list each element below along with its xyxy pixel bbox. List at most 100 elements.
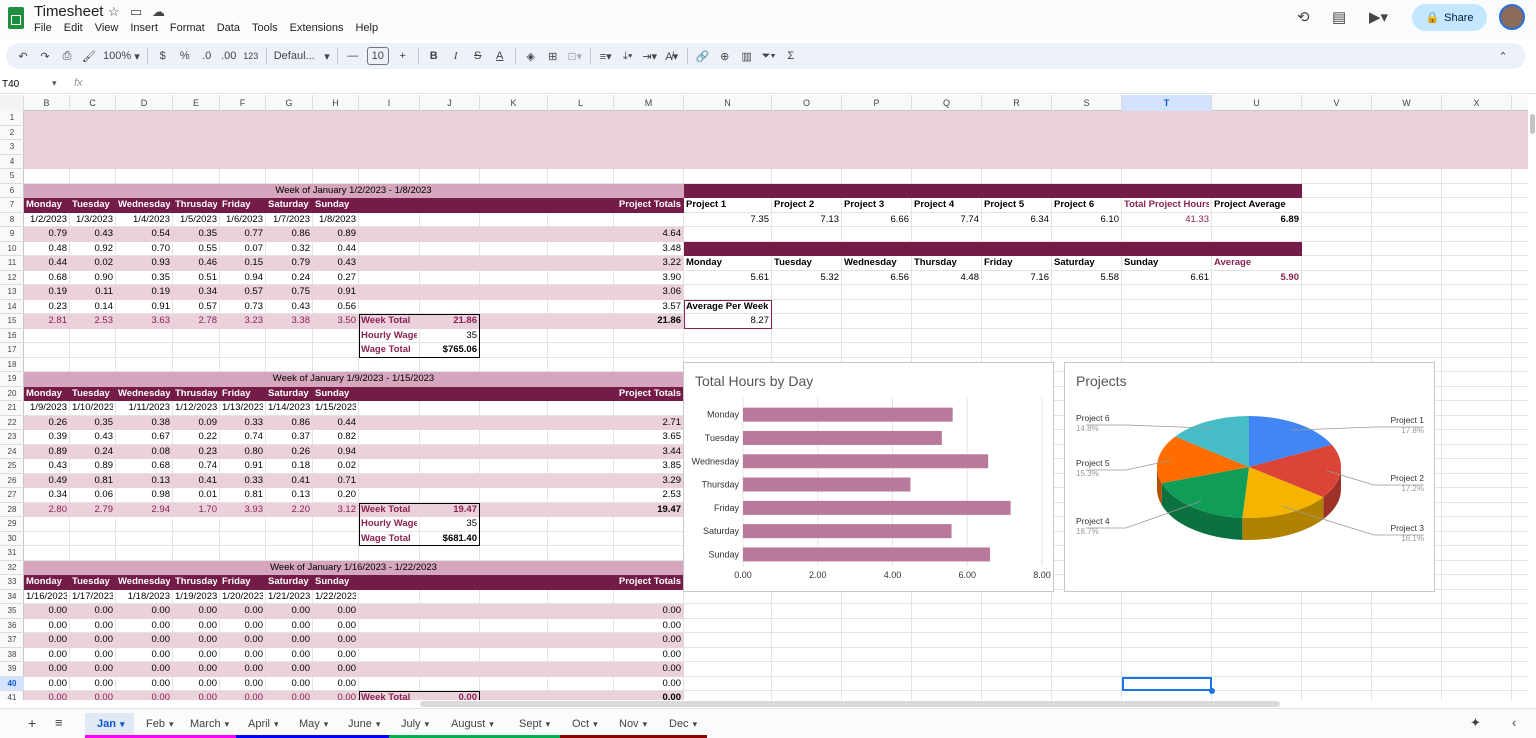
chevron-down-icon[interactable]: ▾: [376, 719, 381, 730]
row-header-1[interactable]: 1: [0, 111, 24, 126]
column-header-i[interactable]: I: [359, 95, 420, 111]
hours-cell[interactable]: 0.00: [118, 633, 171, 648]
column-header-k[interactable]: K: [480, 95, 548, 111]
borders-icon[interactable]: ⊞: [542, 45, 564, 67]
hours-cell[interactable]: 0.00: [315, 662, 357, 677]
project-total-cell[interactable]: 3.57: [550, 300, 682, 315]
meet-icon[interactable]: ▶▾: [1369, 8, 1388, 26]
hours-cell[interactable]: 0.09: [175, 416, 218, 431]
date-cell[interactable]: 1/3/2023: [72, 213, 113, 228]
hours-cell[interactable]: 0.98: [118, 488, 171, 503]
hours-cell[interactable]: 0.00: [26, 619, 68, 634]
project-value[interactable]: 6.34: [984, 213, 1050, 228]
hours-cell[interactable]: 0.23: [175, 445, 218, 460]
name-box-dropdown-icon[interactable]: ▾: [52, 78, 57, 89]
project-total-cell[interactable]: 3.85: [550, 459, 682, 474]
vertical-align-icon[interactable]: ⤓▾: [617, 45, 639, 67]
avatar[interactable]: [1499, 4, 1525, 30]
sheets-logo-icon[interactable]: [8, 7, 24, 29]
hours-cell[interactable]: 0.24: [268, 271, 311, 286]
bar-sunday[interactable]: [743, 547, 991, 562]
column-header-r[interactable]: R: [982, 95, 1052, 111]
row-header-10[interactable]: 10: [0, 242, 24, 256]
project-value[interactable]: 7.74: [914, 213, 980, 228]
hours-cell[interactable]: 0.22: [175, 430, 218, 445]
row-header-32[interactable]: 32: [0, 561, 24, 575]
day-total-cell[interactable]: 3.63: [118, 314, 171, 329]
chevron-down-icon[interactable]: ▾: [274, 719, 279, 730]
hours-cell[interactable]: 0.79: [26, 227, 68, 242]
project-header[interactable]: Project 4: [914, 198, 979, 213]
date-cell[interactable]: 1/11/2023: [118, 401, 170, 416]
strikethrough-icon[interactable]: S: [467, 45, 489, 67]
menu-file[interactable]: File: [34, 22, 52, 34]
row-header-15[interactable]: 15: [0, 314, 24, 329]
hours-cell[interactable]: 0.33: [222, 416, 264, 431]
summary-day-header[interactable]: Monday: [686, 256, 769, 271]
menu-tools[interactable]: Tools: [252, 22, 278, 34]
hours-cell[interactable]: 0.18: [268, 459, 311, 474]
day-header-wednesday[interactable]: Wednesday: [118, 387, 170, 402]
project-totals-header[interactable]: Project Totals: [550, 575, 681, 590]
hours-cell[interactable]: 0.23: [26, 300, 68, 315]
project-total-cell[interactable]: 2.53: [550, 488, 682, 503]
row-header-7[interactable]: 7: [0, 198, 24, 213]
functions-button[interactable]: Σ: [780, 45, 802, 67]
column-header-p[interactable]: P: [842, 95, 912, 111]
project-total-cell[interactable]: 0.00: [550, 677, 682, 692]
day-header-monday[interactable]: Monday: [26, 198, 67, 213]
add-sheet-icon[interactable]: +: [28, 715, 36, 731]
project-header[interactable]: Project 2: [774, 198, 839, 213]
row-header-14[interactable]: 14: [0, 300, 24, 314]
row-header-3[interactable]: 3: [0, 140, 24, 155]
hours-cell[interactable]: 0.35: [175, 227, 218, 242]
row-header-25[interactable]: 25: [0, 459, 24, 474]
hours-cell[interactable]: 0.00: [118, 619, 171, 634]
menu-help[interactable]: Help: [355, 22, 378, 34]
day-header-sunday[interactable]: Sunday: [315, 198, 356, 213]
row-header-11[interactable]: 11: [0, 256, 24, 271]
summary-day-value[interactable]: 5.61: [686, 271, 770, 286]
column-header-q[interactable]: Q: [912, 95, 982, 111]
hours-cell[interactable]: 0.20: [315, 488, 357, 503]
hours-cell[interactable]: 0.00: [315, 633, 357, 648]
project-totals-header[interactable]: Project Totals: [550, 198, 681, 213]
chevron-down-icon[interactable]: ▾: [489, 719, 494, 730]
day-total-cell[interactable]: 0.00: [72, 691, 114, 700]
row-header-30[interactable]: 30: [0, 532, 24, 546]
project-total-cell[interactable]: 0.00: [550, 633, 682, 648]
day-header-thrusday[interactable]: Thrusday: [175, 198, 217, 213]
row-header-31[interactable]: 31: [0, 546, 24, 561]
hours-cell[interactable]: 0.43: [72, 430, 114, 445]
hours-cell[interactable]: 0.74: [222, 430, 264, 445]
hours-cell[interactable]: 0.00: [175, 677, 218, 692]
hours-cell[interactable]: 0.00: [175, 619, 218, 634]
column-header-w[interactable]: W: [1372, 95, 1442, 111]
paint-format-icon[interactable]: 🖌: [78, 45, 100, 67]
increase-decimal-button[interactable]: .00: [218, 45, 240, 67]
column-header-d[interactable]: D: [116, 95, 173, 111]
project-total-cell[interactable]: 0.00: [550, 604, 682, 619]
hours-cell[interactable]: 0.73: [222, 300, 264, 315]
column-header-m[interactable]: M: [614, 95, 684, 111]
insert-link-icon[interactable]: 🔗: [692, 45, 714, 67]
font-size-increase-icon[interactable]: +: [392, 45, 414, 67]
day-total-cell[interactable]: 2.53: [72, 314, 114, 329]
comments-icon[interactable]: ▤: [1332, 8, 1346, 26]
date-cell[interactable]: 1/6/2023: [222, 213, 263, 228]
merge-cells-icon[interactable]: ⊡▾: [564, 45, 586, 67]
project-total-cell[interactable]: 0.00: [550, 648, 682, 663]
hours-cell[interactable]: 0.91: [315, 285, 357, 300]
day-total-cell[interactable]: 2.94: [118, 503, 171, 518]
menu-insert[interactable]: Insert: [130, 22, 158, 34]
day-header-thrusday[interactable]: Thrusday: [175, 387, 217, 402]
row-header-8[interactable]: 8: [0, 213, 24, 227]
chevron-down-icon[interactable]: ▾: [425, 719, 430, 730]
day-header-sunday[interactable]: Sunday: [315, 387, 356, 402]
hours-cell[interactable]: 0.81: [72, 474, 114, 489]
hours-cell[interactable]: 0.00: [72, 648, 114, 663]
row-header-33[interactable]: 33: [0, 575, 24, 590]
hours-cell[interactable]: 0.00: [315, 604, 357, 619]
date-cell[interactable]: 1/8/2023: [315, 213, 356, 228]
date-cell[interactable]: 1/16/2023: [26, 590, 67, 605]
